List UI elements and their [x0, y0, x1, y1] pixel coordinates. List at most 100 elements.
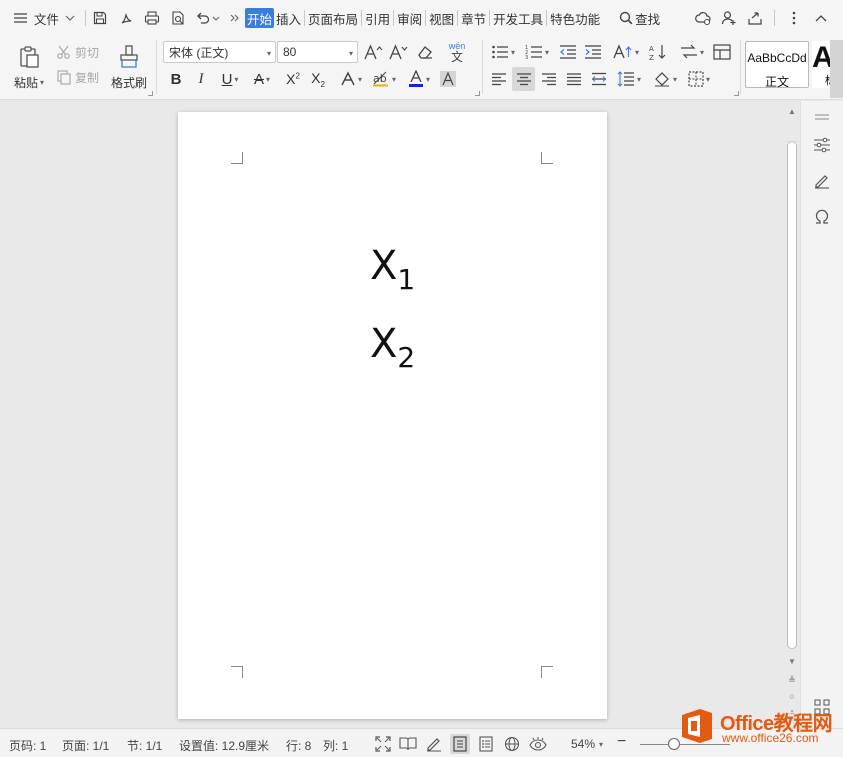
style-normal[interactable]: AaBbCcDd 正文 [745, 41, 809, 89]
output-pdf-button[interactable] [113, 6, 139, 30]
svg-text:A: A [649, 45, 654, 53]
shrink-font-button[interactable] [387, 41, 409, 63]
cut-button[interactable]: 剪切 [56, 42, 99, 62]
web-view-button[interactable] [502, 734, 522, 754]
symbol-panel-button[interactable] [812, 207, 832, 227]
format-painter-button[interactable]: 格式刷 [108, 40, 150, 94]
copy-button[interactable]: 复制 [56, 67, 99, 87]
tab-chapter[interactable]: 章节 [459, 8, 488, 28]
vertical-scrollbar[interactable]: ▲ ▼ ≜ ○ ⩡ [783, 101, 800, 728]
cloud-sync-button[interactable] [690, 6, 716, 30]
italic-button[interactable]: I [191, 68, 211, 90]
zoom-level-select[interactable]: 54% ▾ [571, 737, 603, 751]
more-options-button[interactable] [781, 6, 807, 30]
menu-bar: 文件 开始 插入 页面布局 引用 审阅 视图 章节 开发工具 特色功能 查找 [0, 0, 843, 36]
tab-page-layout[interactable]: 页面布局 [306, 8, 360, 28]
scroll-down-arrow[interactable]: ▼ [786, 657, 798, 667]
shading-button[interactable]: ▾ [650, 68, 680, 90]
show-hide-marks-button[interactable]: ▾ [677, 41, 707, 63]
distributed-align-button[interactable] [588, 68, 610, 90]
status-page-count[interactable]: 页面: 1/1 [62, 737, 109, 754]
undo-button[interactable] [191, 6, 225, 30]
dropdown-caret-icon: ▾ [348, 49, 353, 58]
bullet-list-button[interactable]: ▾ [488, 41, 518, 63]
properties-panel-button[interactable] [812, 135, 832, 155]
font-color-button[interactable]: ▾ [404, 68, 434, 90]
print-preview-button[interactable] [165, 6, 191, 30]
paragraph-group-launcher[interactable] [734, 91, 739, 96]
style-gallery-scroll[interactable] [830, 40, 843, 98]
status-position[interactable]: 设置值: 12.9厘米 [179, 737, 269, 754]
status-section[interactable]: 节: 1/1 [127, 737, 162, 754]
font-size-select[interactable]: 80 ▾ [277, 41, 358, 63]
decrease-indent-button[interactable] [557, 41, 579, 63]
zoom-out-button[interactable]: − [617, 733, 626, 751]
prev-page-button[interactable]: ≜ [786, 675, 798, 685]
fullscreen-button[interactable] [373, 734, 393, 754]
pane-collapse-button[interactable] [812, 107, 832, 127]
menu-separator [85, 10, 87, 26]
status-line[interactable]: 行: 8 [286, 737, 311, 754]
document-line-1[interactable]: X1 [370, 246, 415, 294]
search-button[interactable]: 查找 [616, 6, 662, 30]
underline-button[interactable]: U ▾ [216, 68, 244, 90]
collapse-ribbon-button[interactable] [807, 6, 835, 30]
write-mode-button[interactable] [424, 734, 444, 754]
tab-references[interactable]: 引用 [363, 8, 392, 28]
subscript-button[interactable]: X2 [307, 68, 329, 90]
status-column[interactable]: 列: 1 [323, 737, 348, 754]
eye-protection-button[interactable] [528, 734, 548, 754]
tab-view[interactable]: 视图 [427, 8, 456, 28]
text-effect-icon [341, 71, 355, 86]
clipboard-group-launcher[interactable] [148, 91, 153, 96]
scrollbar-thumb[interactable] [787, 141, 797, 649]
document-page[interactable]: X1 X2 [178, 112, 607, 719]
borders-button[interactable]: ▾ [684, 68, 714, 90]
bold-button[interactable]: B [166, 68, 186, 90]
tab-special-features[interactable]: 特色功能 [548, 8, 602, 28]
font-name-select[interactable]: 宋体 (正文) ▾ [163, 41, 276, 63]
page-view-button[interactable] [450, 734, 470, 754]
tab-home[interactable]: 开始 [245, 8, 275, 28]
text-box-button[interactable] [711, 41, 733, 63]
line-2-subscript: 2 [397, 341, 416, 374]
scroll-up-arrow[interactable]: ▲ [786, 107, 798, 117]
char-shading-button[interactable] [438, 68, 458, 90]
superscript-button[interactable]: X2 [282, 68, 304, 90]
clear-format-button[interactable] [414, 41, 436, 63]
file-menu[interactable]: 文件 [10, 6, 79, 30]
strikethrough-button[interactable]: A ▾ [248, 68, 276, 90]
print-button[interactable] [139, 6, 165, 30]
edit-panel-button[interactable] [812, 171, 832, 191]
share-button[interactable] [742, 6, 768, 30]
numbered-list-button[interactable]: 1 2 3 ▾ [522, 41, 552, 63]
paste-button[interactable]: 粘贴 ▾ [10, 40, 48, 94]
change-case-button[interactable]: ▾ [610, 41, 642, 63]
tab-review[interactable]: 审阅 [395, 8, 424, 28]
phonetic-guide-button[interactable]: wén 文 [441, 40, 473, 64]
text-effect-button[interactable]: ▾ [337, 68, 365, 90]
highlight-button[interactable]: ab▾ [368, 68, 400, 90]
grow-font-button[interactable] [362, 41, 384, 63]
line-spacing-button[interactable]: ▾ [614, 68, 644, 90]
align-left-button[interactable] [488, 68, 510, 90]
svg-text:Z: Z [649, 54, 654, 61]
document-line-2[interactable]: X2 [370, 324, 415, 372]
select-browse-object-button[interactable]: ○ [786, 691, 798, 701]
status-page-number[interactable]: 页码: 1 [9, 737, 46, 754]
align-right-button[interactable] [538, 68, 560, 90]
reading-mode-button[interactable] [398, 734, 418, 754]
collaborate-button[interactable] [716, 6, 742, 30]
sort-button[interactable]: AZ [647, 41, 669, 63]
more-quick-access-button[interactable] [225, 6, 245, 30]
justify-button[interactable] [563, 68, 585, 90]
align-right-icon [542, 73, 556, 86]
increase-indent-button[interactable] [582, 41, 604, 63]
tab-developer[interactable]: 开发工具 [491, 8, 545, 28]
dropdown-caret-icon: ▾ [636, 74, 641, 84]
save-button[interactable] [87, 6, 113, 30]
tab-insert[interactable]: 插入 [274, 8, 303, 28]
font-group-launcher[interactable] [475, 91, 480, 96]
outline-view-button[interactable] [476, 734, 496, 754]
align-center-button[interactable] [512, 67, 535, 91]
